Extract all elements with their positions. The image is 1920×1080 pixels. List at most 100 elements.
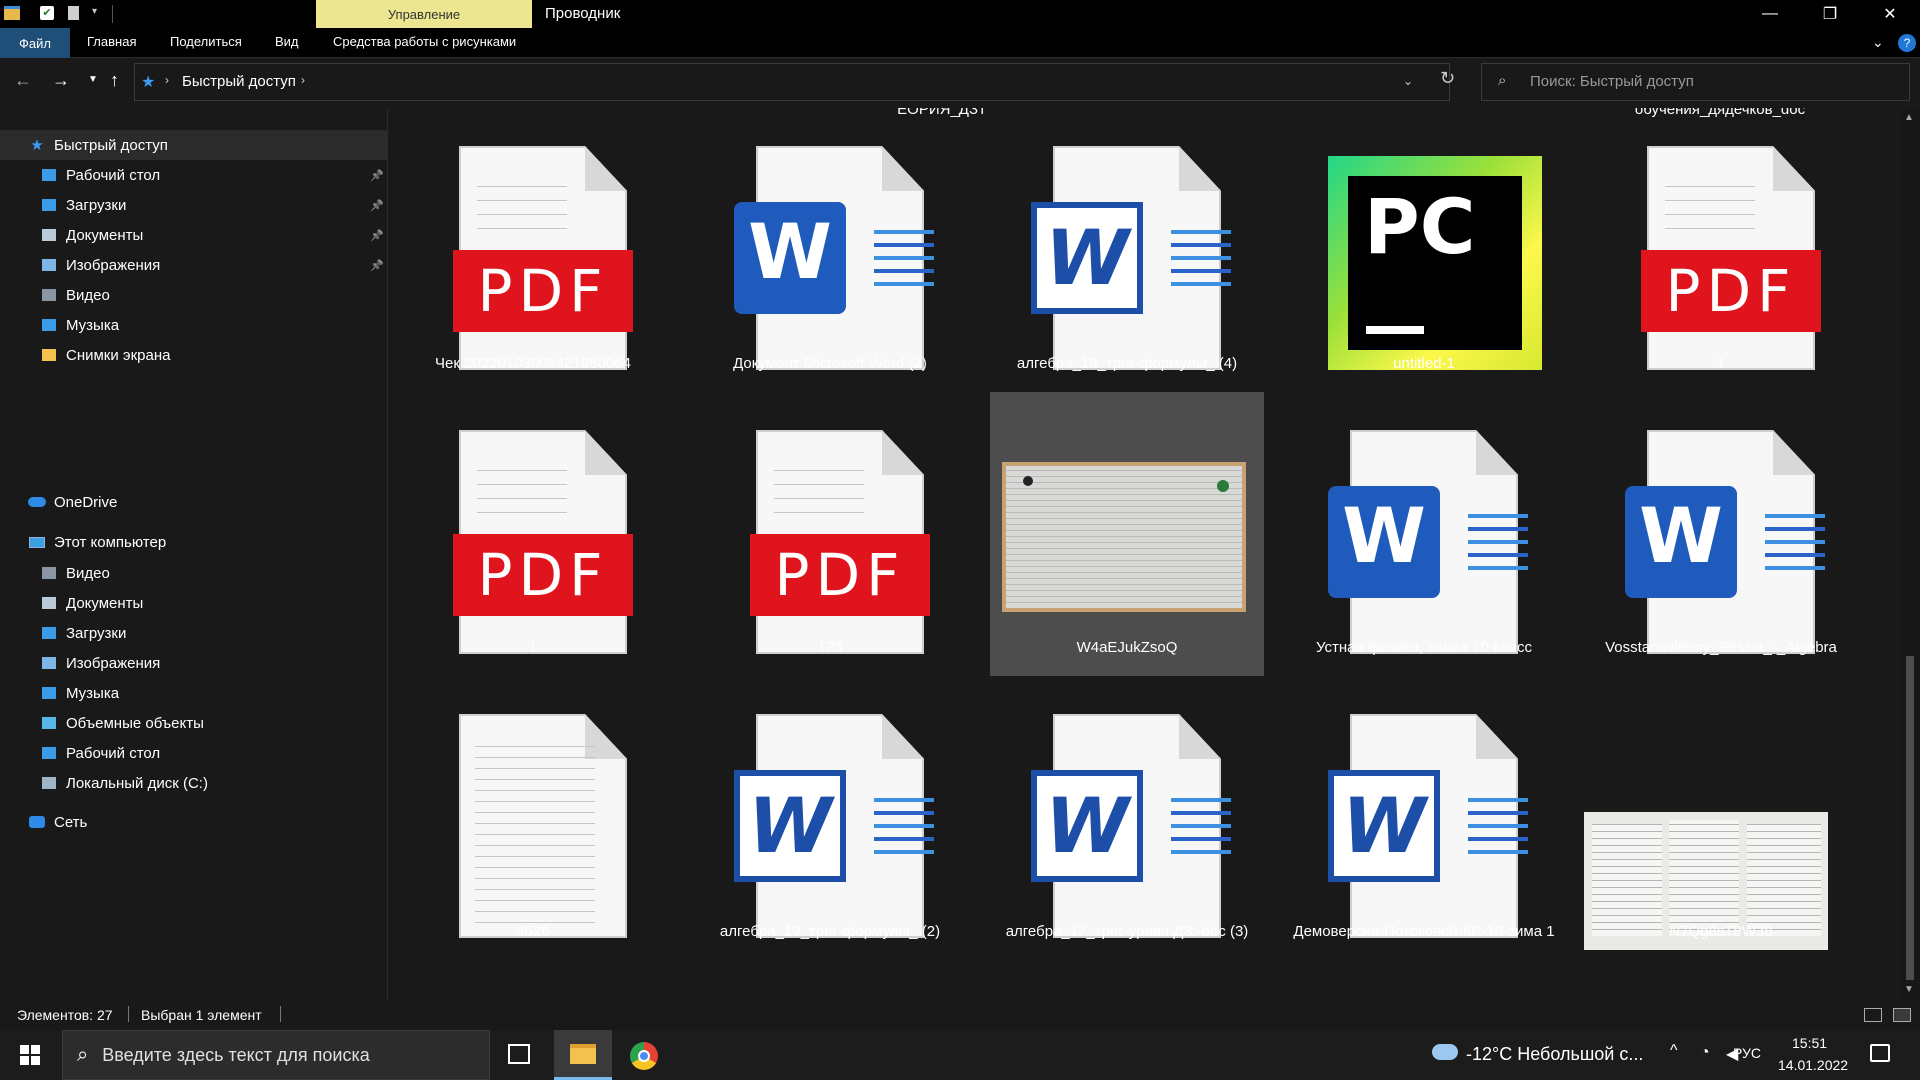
nav-item[interactable]: Локальный диск (C:): [40, 769, 388, 797]
back-arrow-icon[interactable]: ←: [14, 70, 32, 91]
file-view: ЕОРИЯ_ДЗТ обучения_дядечков_doc PDF Чек 2…: [390, 108, 1900, 1000]
vertical-scrollbar[interactable]: ▲ ▼: [1900, 108, 1920, 1000]
file-tile[interactable]: Wалгебра_19_триг-формулы_ (2): [693, 676, 967, 960]
scroll-up-icon[interactable]: ▲: [1904, 112, 1914, 123]
clock-date[interactable]: 14.01.2022: [1778, 1057, 1848, 1073]
search-input[interactable]: ⌕ Поиск: Быстрый доступ: [1481, 63, 1910, 101]
file-tile[interactable]: N7Qg8sT8W38: [1584, 676, 1858, 960]
pdf-badge: PDF: [1641, 250, 1821, 332]
3d-objects-icon: [40, 715, 58, 731]
recent-locations-icon[interactable]: ▼: [88, 74, 98, 85]
nav-item[interactable]: Видео: [40, 559, 388, 587]
taskbar-search-input[interactable]: ⌕ Введите здесь текст для поиска: [62, 1030, 490, 1080]
file-tile[interactable]: W4aEJukZsoQ: [990, 392, 1264, 676]
notifications-icon[interactable]: [1870, 1044, 1890, 1062]
nav-label: Музыка: [66, 316, 120, 334]
minimize-button[interactable]: —: [1740, 0, 1800, 28]
chevron-right-icon[interactable]: ›: [301, 73, 305, 87]
large-icons-view-icon[interactable]: [1893, 1008, 1911, 1022]
details-view-icon[interactable]: [1864, 1008, 1882, 1022]
pin-icon[interactable]: 📌: [370, 169, 384, 182]
address-bar[interactable]: ★ › Быстрый доступ › ⌄: [134, 63, 1450, 101]
file-name: 1: [528, 639, 538, 656]
up-arrow-icon[interactable]: ↑: [110, 70, 119, 91]
nav-network[interactable]: Сеть: [28, 808, 87, 836]
nav-item[interactable]: Музыка: [40, 311, 388, 339]
file-tile[interactable]: Wалгебра_19_триг-формулы_ (4): [990, 108, 1264, 392]
chrome-icon[interactable]: [630, 1042, 658, 1070]
desktop-icon: [40, 167, 58, 183]
chevron-down-icon[interactable]: ⌄: [1403, 74, 1413, 88]
nav-item[interactable]: Видео: [40, 281, 388, 309]
nav-item[interactable]: Изображения: [40, 649, 388, 677]
nav-item[interactable]: Объемные объекты: [40, 709, 388, 737]
nav-item[interactable]: Загрузки 📌: [40, 191, 388, 219]
file-tile[interactable]: 4526: [396, 676, 670, 960]
window-title: Проводник: [545, 5, 621, 22]
file-tile[interactable]: PDF 1: [1584, 108, 1858, 392]
nav-onedrive[interactable]: OneDrive: [28, 488, 117, 516]
nav-label: Этот компьютер: [54, 533, 167, 551]
show-hidden-icons-icon[interactable]: ^: [1670, 1042, 1678, 1060]
scroll-thumb[interactable]: [1906, 656, 1914, 980]
search-placeholder: Поиск: Быстрый доступ: [1530, 73, 1694, 90]
file-tile[interactable]: W Документ Microsoft Word (2): [693, 108, 967, 392]
tab-share[interactable]: Поделиться: [170, 34, 242, 49]
tab-file[interactable]: Файл: [0, 28, 70, 58]
wifi-icon[interactable]: ◔: [1700, 1044, 1710, 1062]
folder-icon: [40, 347, 58, 363]
chevron-right-icon[interactable]: ›: [165, 73, 169, 87]
windows-start-icon[interactable]: [20, 1045, 40, 1065]
language-indicator[interactable]: РУС: [1733, 1045, 1761, 1061]
nav-item[interactable]: Рабочий стол: [40, 739, 388, 767]
tab-home[interactable]: Главная: [87, 34, 136, 49]
file-tile[interactable]: Wалгебра_17_триг-уравн.ДЗ.-doc (3): [990, 676, 1264, 960]
new-folder-icon[interactable]: [68, 6, 79, 20]
nav-item[interactable]: Изображения 📌: [40, 251, 388, 279]
file-tile[interactable]: PDF 123: [693, 392, 967, 676]
taskbar-explorer-button[interactable]: [554, 1030, 612, 1080]
clock-time[interactable]: 15:51: [1792, 1035, 1827, 1051]
pdf-file-icon: PDF: [1641, 146, 1821, 370]
nav-item[interactable]: Документы 📌: [40, 221, 388, 249]
tab-picture-tools[interactable]: Средства работы с рисунками: [333, 34, 516, 49]
forward-arrow-icon[interactable]: →: [52, 70, 70, 91]
file-tile[interactable]: PDF 1: [396, 392, 670, 676]
file-tile[interactable]: PC untitled-1: [1287, 108, 1561, 392]
pin-icon[interactable]: 📌: [370, 229, 384, 242]
properties-icon[interactable]: ✔: [40, 6, 54, 20]
nav-item[interactable]: Музыка: [40, 679, 388, 707]
music-icon: [40, 685, 58, 701]
nav-item[interactable]: Загрузки: [40, 619, 388, 647]
expand-ribbon-icon[interactable]: ⌄: [1872, 34, 1884, 51]
nav-item[interactable]: Снимки экрана: [40, 341, 388, 369]
refresh-icon[interactable]: ↻: [1440, 68, 1455, 89]
pin-icon[interactable]: 📌: [370, 199, 384, 212]
file-name: W4aEJukZsoQ: [1076, 639, 1178, 656]
file-name: Устная физика, зимка 10 класс: [1315, 639, 1532, 656]
file-tile[interactable]: W Демоверсии-Потоковой-КР-10-зима 1: [1287, 676, 1561, 960]
task-view-icon[interactable]: [508, 1044, 530, 1064]
help-icon[interactable]: ?: [1898, 34, 1916, 52]
context-tab-manage[interactable]: Управление: [316, 0, 532, 28]
weather-text[interactable]: -12°C Небольшой с...: [1466, 1044, 1643, 1065]
file-name: 1: [1716, 355, 1726, 372]
nav-item[interactable]: Рабочий стол 📌: [40, 161, 388, 189]
close-button[interactable]: ✕: [1860, 0, 1920, 28]
restore-button[interactable]: ❐: [1800, 0, 1860, 28]
file-tile[interactable]: PDF Чек 20220103003421050064: [396, 108, 670, 392]
file-tile[interactable]: W Устная физика, зимка 10 класс: [1287, 392, 1561, 676]
scroll-down-icon[interactable]: ▼: [1904, 984, 1914, 995]
network-icon: [28, 814, 46, 830]
customize-qat-icon[interactable]: ▾: [92, 6, 97, 17]
star-icon: ★: [30, 137, 44, 154]
pin-icon[interactable]: 📌: [370, 259, 384, 272]
nav-this-pc[interactable]: Этот компьютер: [28, 528, 166, 556]
nav-quick-access[interactable]: ★ Быстрый доступ: [28, 131, 168, 159]
weather-cloud-icon[interactable]: [1432, 1044, 1458, 1060]
file-tile[interactable]: W Vosstanovlenny_Sessia_-_Algebra: [1584, 392, 1858, 676]
nav-item[interactable]: Документы: [40, 589, 388, 617]
breadcrumb[interactable]: Быстрый доступ: [182, 73, 296, 90]
file-name: Демоверсии-Потоковой-КР-10-зима 1: [1293, 923, 1555, 940]
tab-view[interactable]: Вид: [275, 34, 299, 49]
